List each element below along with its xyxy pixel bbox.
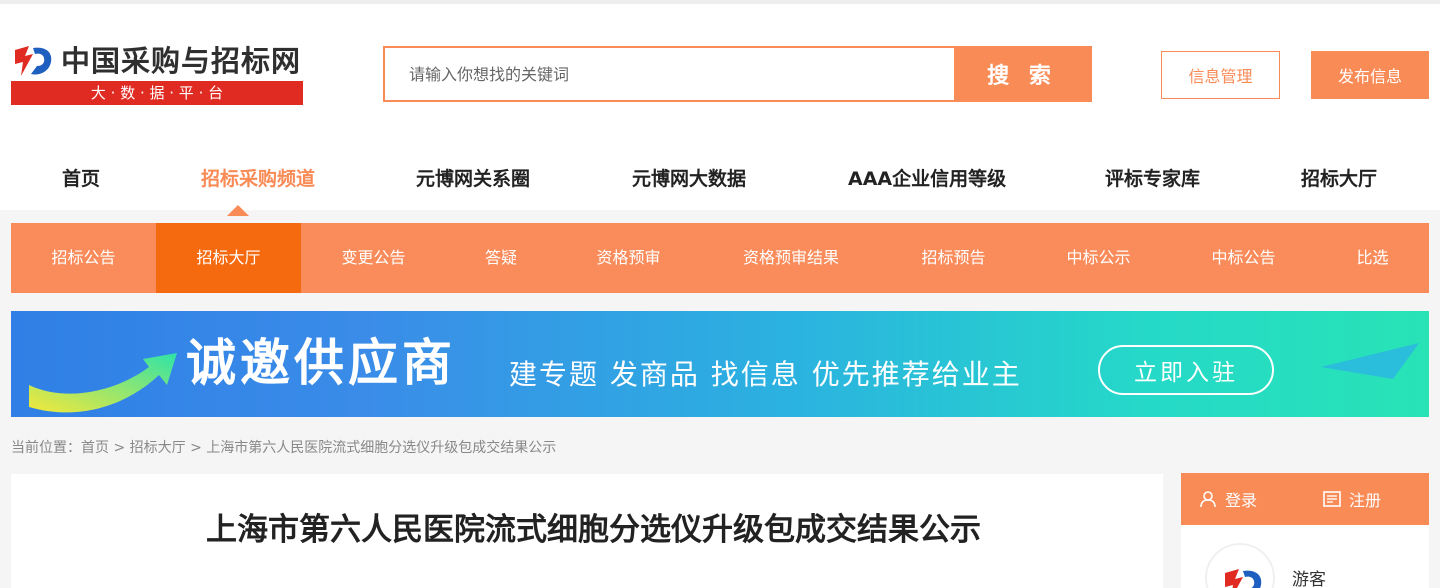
sub-nav: 招标公告 招标大厅 变更公告 答疑 资格预审 资格预审结果 招标预告 中标公示 … (11, 223, 1429, 293)
supplier-banner[interactable]: 诚邀供应商 建专题 发商品 找信息 优先推荐给业主 立即入驻 (11, 311, 1429, 417)
main-nav-bigdata[interactable]: 元博网大数据 (632, 154, 746, 204)
search-button[interactable]: 搜 索 (954, 48, 1090, 100)
breadcrumb-section[interactable]: 招标大厅 (130, 440, 186, 456)
login-label: 登录 (1225, 491, 1258, 510)
logo-title: 中国采购与招标网 (61, 44, 302, 78)
login-button[interactable]: 登录 (1199, 473, 1257, 525)
info-manage-button[interactable]: 信息管理 (1161, 51, 1280, 99)
main-nav: 首页 招标采购频道 元博网关系圈 元博网大数据 AAA企业信用等级 评标专家库 … (0, 154, 1440, 204)
user-icon (1200, 491, 1216, 508)
join-now-button[interactable]: 立即入驻 (1098, 345, 1274, 395)
user-side-panel: 登录 注册 游客 (1181, 473, 1429, 588)
sub-nav-tender-notice[interactable]: 招标公告 (11, 223, 156, 293)
register-form-icon (1323, 491, 1341, 507)
page-title: 上海市第六人民医院流式细胞分选仪升级包成交结果公示 (206, 512, 981, 548)
sub-nav-prequalification[interactable]: 资格预审 (556, 223, 701, 293)
sub-nav-award-notice[interactable]: 中标公告 (1171, 223, 1316, 293)
sub-nav-prequalification-result[interactable]: 资格预审结果 (701, 223, 881, 293)
article-panel: 上海市第六人民医院流式细胞分选仪升级包成交结果公示 (11, 474, 1163, 588)
guest-label: 游客 (1292, 570, 1326, 588)
avatar (1205, 543, 1275, 588)
banner-title: 诚邀供应商 (186, 334, 456, 392)
search-input[interactable] (385, 48, 956, 100)
register-label: 注册 (1349, 491, 1382, 510)
main-nav-relations[interactable]: 元博网关系圈 (416, 154, 530, 204)
main-nav-home[interactable]: 首页 (62, 154, 100, 204)
user-panel-header: 登录 注册 (1181, 473, 1429, 525)
breadcrumb-home[interactable]: 首页 (81, 440, 109, 456)
breadcrumb-prefix: 当前位置： (11, 440, 81, 456)
site-logo[interactable]: 中国采购与招标网 大 · 数 · 据 · 平 · 台 (11, 42, 303, 106)
main-nav-bidding-channel[interactable]: 招标采购频道 (201, 154, 315, 204)
publish-info-button[interactable]: 发布信息 (1311, 51, 1429, 99)
avatar-logo-icon (1225, 569, 1262, 588)
sub-nav-tender-forecast[interactable]: 招标预告 (881, 223, 1026, 293)
breadcrumb-separator: > (109, 440, 130, 456)
sub-nav-qa[interactable]: 答疑 (446, 223, 556, 293)
breadcrumb: 当前位置：首页 > 招标大厅 > 上海市第六人民医院流式细胞分选仪升级包成交结果… (11, 438, 556, 458)
logo-subtitle: 大 · 数 · 据 · 平 · 台 (11, 81, 303, 105)
main-nav-bidding-hall[interactable]: 招标大厅 (1301, 154, 1377, 204)
breadcrumb-separator: > (185, 440, 207, 456)
register-button[interactable]: 注册 (1323, 473, 1381, 525)
breadcrumb-current: 上海市第六人民医院流式细胞分选仪升级包成交结果公示 (206, 440, 557, 456)
main-nav-credit-rating[interactable]: AAA企业信用等级 (848, 154, 1006, 204)
site-header: 中国采购与招标网 大 · 数 · 据 · 平 · 台 搜 索 信息管理 发布信息… (0, 4, 1440, 210)
sub-nav-change-notice[interactable]: 变更公告 (301, 223, 446, 293)
banner-subtitle: 建专题 发商品 找信息 优先推荐给业主 (509, 358, 1022, 391)
main-nav-experts[interactable]: 评标专家库 (1105, 154, 1200, 204)
sub-nav-award-publicity[interactable]: 中标公示 (1026, 223, 1171, 293)
sub-nav-comparison[interactable]: 比选 (1316, 223, 1429, 293)
search-bar: 搜 索 (383, 46, 1092, 102)
logo-mark-icon (15, 46, 52, 76)
paper-plane-icon (1321, 343, 1419, 379)
active-nav-caret-icon (227, 205, 249, 216)
arrow-graphic-icon (29, 353, 177, 413)
sub-nav-bidding-hall[interactable]: 招标大厅 (156, 223, 301, 293)
